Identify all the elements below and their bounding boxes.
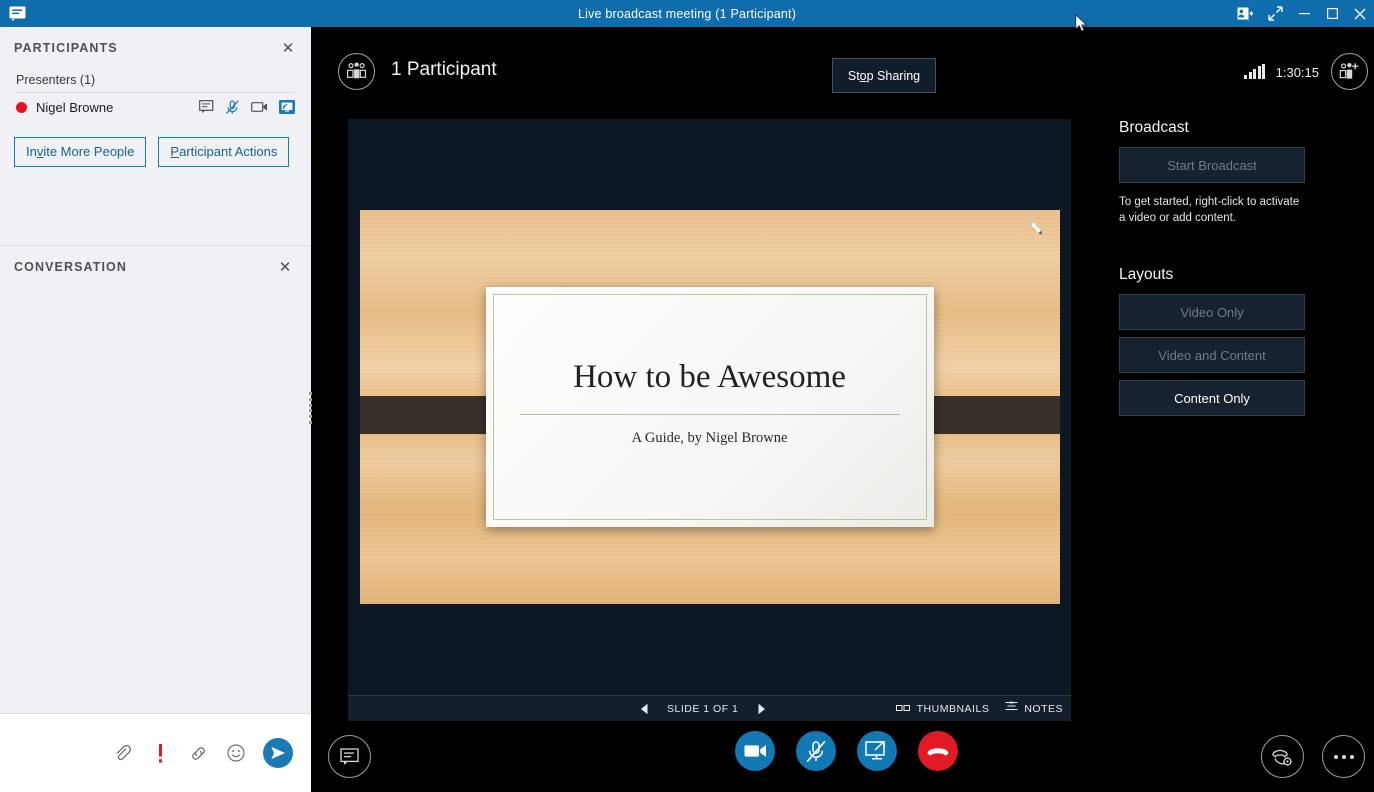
close-button[interactable] [1346, 0, 1374, 27]
left-panel: PARTICIPANTS ✕ Presenters (1) Nigel Brow… [0, 27, 311, 792]
more-options-button[interactable] [1322, 735, 1365, 778]
participants-title: PARTICIPANTS [14, 41, 118, 55]
meeting-toolbar: 1 Participant Stop Sharing 1:30:15 [319, 27, 1374, 119]
presenters-group-label: Presenters (1) [16, 73, 96, 87]
thumbnails-icon [895, 703, 911, 715]
right-call-controls [1261, 735, 1365, 778]
slide-title-rule [519, 414, 900, 415]
window-title: Live broadcast meeting (1 Participant) [577, 6, 797, 21]
conversation-panel-header: CONVERSATION ✕ [0, 246, 311, 288]
chat-icon[interactable] [199, 100, 214, 114]
slide-subtitle-text: A Guide, by Nigel Browne [631, 430, 788, 446]
layouts-list: Video Only Video and Content Content Onl… [1119, 294, 1319, 417]
send-icon[interactable] [263, 738, 293, 768]
invite-more-people-button[interactable]: Invite More People [14, 137, 147, 168]
mic-muted-icon[interactable] [225, 99, 240, 115]
participant-panel-buttons: Invite More People Participant Actions [0, 121, 311, 168]
presence-status-dot [16, 101, 27, 113]
window-controls [1230, 0, 1374, 27]
stop-post: p Sharing [866, 68, 921, 83]
video-button[interactable] [735, 731, 775, 771]
minimize-button[interactable] [1290, 0, 1318, 27]
slide-navigation-bar: SLIDE 1 OF 1 THUMBNAILS NOTES [348, 695, 1071, 721]
slide-stage[interactable]: How to be Awesome A Guide, by Nigel Brow… [348, 119, 1071, 695]
pencil-icon[interactable] [1026, 218, 1048, 245]
emoji-icon[interactable] [225, 742, 247, 764]
signal-bars-icon [1244, 64, 1265, 79]
mic-button[interactable] [796, 731, 836, 771]
actions-post: articipant Actions [179, 144, 278, 159]
maximize-button[interactable] [1318, 0, 1346, 27]
layout-video-and-content-button[interactable]: Video and Content [1119, 337, 1305, 374]
conversation-title: CONVERSATION [14, 260, 127, 274]
conversation-panel: CONVERSATION ✕ [0, 246, 311, 792]
broadcast-help-text: To get started, right-click to activate … [1119, 196, 1300, 224]
expand-icon[interactable] [1260, 0, 1290, 27]
conversation-message-area[interactable] [0, 293, 311, 713]
participant-actions-button[interactable]: Participant Actions [158, 137, 290, 168]
invite-pre: In [26, 144, 37, 159]
call-settings-button[interactable] [1261, 735, 1304, 778]
attach-icon[interactable] [111, 742, 133, 764]
priority-icon[interactable] [149, 742, 171, 764]
thumbnails-button[interactable]: THUMBNAILS [895, 702, 990, 715]
presentation-slide[interactable]: How to be Awesome A Guide, by Nigel Brow… [359, 210, 1060, 604]
broadcast-section-header: Broadcast [1119, 119, 1189, 136]
sharing-screen-icon[interactable] [279, 100, 295, 114]
next-arrow-icon[interactable] [748, 696, 774, 722]
call-control-bar [319, 721, 1374, 792]
center-call-controls [319, 731, 1374, 771]
slide-nav-actions: THUMBNAILS NOTES [895, 701, 1063, 716]
link-icon[interactable] [187, 742, 209, 764]
shared-content-region: How to be Awesome A Guide, by Nigel Brow… [348, 119, 1071, 721]
layout-content-only-button[interactable]: Content Only [1119, 380, 1305, 417]
notes-icon [1005, 701, 1018, 716]
participant-list: Nigel Browne [0, 93, 311, 121]
layouts-section-header: Layouts [1119, 266, 1174, 284]
skype-broadcast-window: Live broadcast meeting (1 Participant) P… [0, 0, 1374, 792]
add-person-icon[interactable] [1331, 53, 1368, 90]
stop-accel: o [859, 68, 867, 83]
slide-counter-label: SLIDE 1 OF 1 [667, 702, 739, 715]
title-bar: Live broadcast meeting (1 Participant) [0, 0, 1374, 27]
call-duration-timer: 1:30:15 [1275, 65, 1319, 80]
participants-close-icon[interactable]: ✕ [279, 41, 297, 56]
stop-pre: St [847, 68, 860, 83]
start-broadcast-button[interactable]: Start Broadcast [1119, 147, 1305, 183]
share-contact-icon[interactable] [1230, 0, 1260, 27]
people-group-icon[interactable] [338, 53, 375, 90]
notes-button[interactable]: NOTES [1005, 701, 1063, 716]
slide-title-text: How to be Awesome [573, 359, 846, 395]
broadcast-sidebar: Broadcast Start Broadcast To get started… [1119, 119, 1319, 721]
invite-post: ite More People [43, 144, 135, 159]
main-stage: 1 Participant Stop Sharing 1:30:15 How t… [319, 27, 1374, 792]
video-icon[interactable] [251, 101, 268, 113]
layout-video-only-button[interactable]: Video Only [1119, 294, 1305, 331]
stop-sharing-button[interactable]: Stop Sharing [832, 58, 936, 93]
prev-arrow-icon[interactable] [631, 696, 657, 722]
present-button[interactable] [857, 731, 897, 771]
participant-action-icons [199, 99, 295, 115]
thumbnails-label: THUMBNAILS [916, 702, 990, 715]
hangup-button[interactable] [918, 731, 958, 771]
participants-panel-header: PARTICIPANTS ✕ [0, 27, 311, 69]
conversation-close-icon[interactable]: ✕ [276, 260, 294, 275]
participant-name: Nigel Browne [36, 99, 114, 115]
conversation-toolbar [0, 714, 311, 792]
panel-resize-handle[interactable] [307, 392, 314, 424]
actions-accel: P [170, 144, 180, 159]
notes-label: NOTES [1024, 702, 1063, 715]
layouts-section: Layouts Video Only Video and Content Con… [1119, 266, 1319, 417]
slide-title-card: How to be Awesome A Guide, by Nigel Brow… [485, 287, 934, 527]
list-item[interactable]: Nigel Browne [16, 93, 295, 121]
participant-count-label: 1 Participant [391, 59, 497, 80]
